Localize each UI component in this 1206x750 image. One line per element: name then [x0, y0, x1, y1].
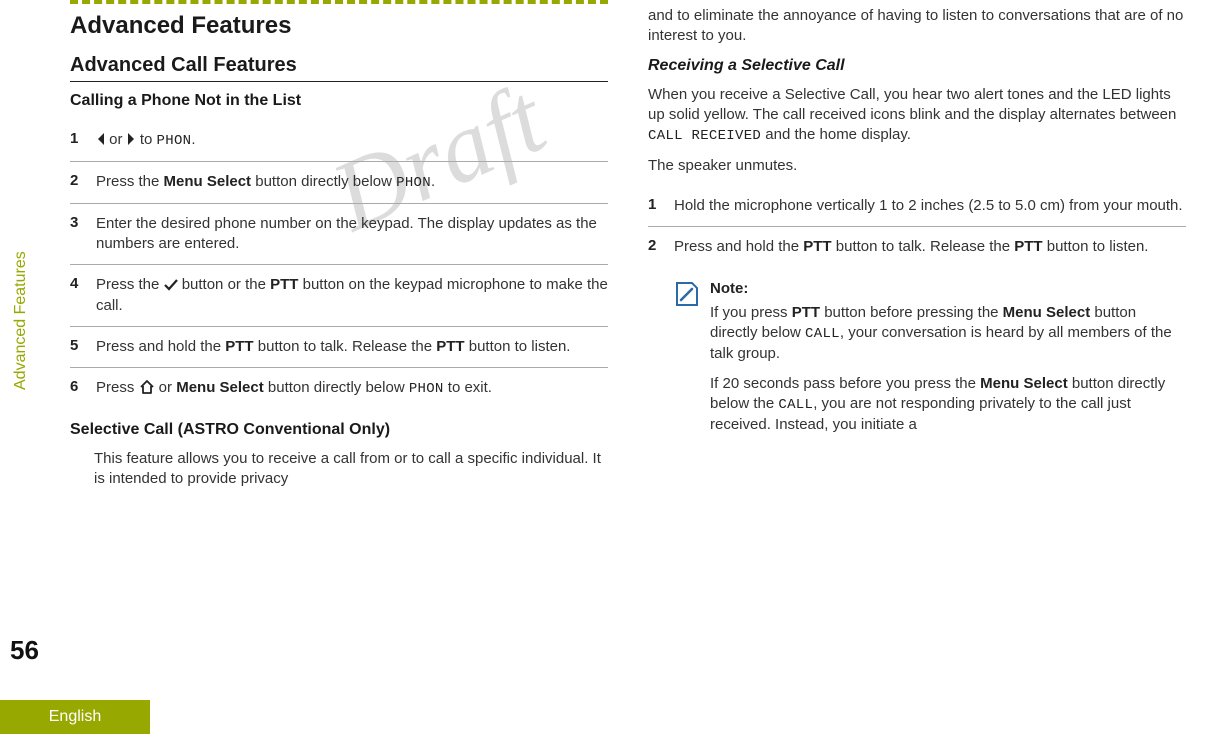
step-text: Press the button or the PTT button on th… [96, 275, 608, 316]
body-text: The speaker unmutes. [648, 156, 1186, 176]
left-column: Advanced Features Advanced Call Features… [70, 0, 608, 690]
step-number: 1 [648, 196, 662, 216]
code-text: PHON [396, 175, 431, 191]
right-arrow-icon [127, 132, 136, 146]
page: Draft Advanced Features 56 English Advan… [0, 0, 1206, 750]
step-number: 2 [648, 237, 662, 257]
step-text: Enter the desired phone number on the ke… [96, 214, 608, 255]
heading-3: Receiving a Selective Call [648, 57, 1186, 75]
step-item: 5 Press and hold the PTT button to talk.… [70, 327, 608, 368]
code-text: CALL [805, 326, 840, 342]
step-item: 4 Press the button or the PTT button on … [70, 265, 608, 327]
body-text: This feature allows you to receive a cal… [94, 449, 608, 490]
step-item: 6 Press or Menu Select button directly b… [70, 368, 608, 409]
note-body: Note: If you press PTT button before pre… [710, 280, 1186, 446]
step-number: 4 [70, 275, 84, 316]
step-number: 1 [70, 130, 84, 151]
step-text: Hold the microphone vertically 1 to 2 in… [674, 196, 1186, 216]
step-number: 3 [70, 214, 84, 255]
step-item: 1 Hold the microphone vertically 1 to 2 … [648, 186, 1186, 227]
left-arrow-icon [96, 132, 105, 146]
step-item: 2 Press the Menu Select button directly … [70, 162, 608, 204]
divider-dashed [70, 0, 608, 4]
step-item: 2 Press and hold the PTT button to talk.… [648, 227, 1186, 267]
note-title: Note: [710, 280, 1186, 297]
content: Advanced Features Advanced Call Features… [70, 0, 1186, 690]
code-text: PHON [157, 133, 192, 149]
step-item: 3 Enter the desired phone number on the … [70, 204, 608, 266]
section-label: Advanced Features [12, 251, 30, 390]
right-column: and to eliminate the annoyance of having… [648, 0, 1186, 690]
note-text: If you press PTT button before pressing … [710, 303, 1186, 364]
home-icon [139, 380, 155, 394]
heading-1: Advanced Features [70, 12, 608, 40]
step-text: or to PHON. [96, 130, 608, 151]
step-text: Press and hold the PTT button to talk. R… [674, 237, 1186, 257]
heading-3: Selective Call (ASTRO Conventional Only) [70, 421, 608, 439]
body-text: and to eliminate the annoyance of having… [648, 6, 1186, 47]
step-number: 5 [70, 337, 84, 357]
step-number: 2 [70, 172, 84, 193]
note-block: Note: If you press PTT button before pre… [672, 280, 1186, 446]
note-icon [672, 280, 700, 308]
body-text: When you receive a Selective Call, you h… [648, 85, 1186, 146]
sidebar: Advanced Features 56 English [0, 0, 60, 750]
check-icon [164, 279, 178, 291]
step-text: Press and hold the PTT button to talk. R… [96, 337, 608, 357]
code-text: CALL [778, 397, 813, 413]
code-text: CALL RECEIVED [648, 128, 761, 144]
language-tab: English [0, 700, 150, 734]
step-number: 6 [70, 378, 84, 399]
code-text: PHON [409, 381, 444, 397]
steps-list: 1 or to PHON. 2 Press the Menu Select bu… [70, 120, 608, 409]
note-text: If 20 seconds pass before you press the … [710, 374, 1186, 435]
steps-list: 1 Hold the microphone vertically 1 to 2 … [648, 186, 1186, 268]
heading-3: Calling a Phone Not in the List [70, 92, 608, 110]
step-text: Press or Menu Select button directly bel… [96, 378, 608, 399]
page-number: 56 [10, 635, 39, 666]
step-item: 1 or to PHON. [70, 120, 608, 162]
step-text: Press the Menu Select button directly be… [96, 172, 608, 193]
heading-2: Advanced Call Features [70, 54, 608, 82]
